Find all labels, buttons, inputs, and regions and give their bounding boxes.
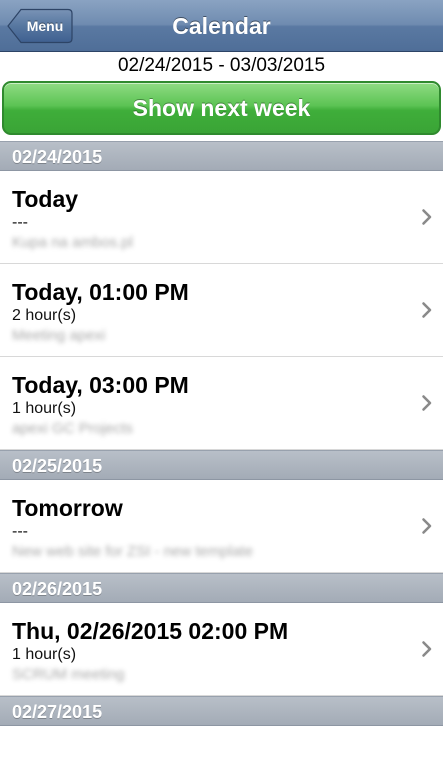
section-header-date: 02/25/2015: [0, 450, 443, 480]
event-title: Today, 03:00 PM: [12, 372, 189, 398]
menu-back-button[interactable]: Menu: [7, 8, 73, 44]
chevron-right-icon: [422, 209, 432, 225]
event-row[interactable]: Today, 01:00 PM 2 hour(s) Meeting apexi: [0, 264, 443, 357]
chevron-right-icon: [422, 395, 432, 411]
menu-back-label: Menu: [26, 18, 64, 34]
event-title: Thu, 02/26/2015 02:00 PM: [12, 618, 289, 644]
event-title: Today: [12, 186, 79, 212]
date-range-label: 02/24/2015 - 03/03/2015: [0, 52, 443, 79]
chevron-right-icon: [422, 518, 432, 534]
chevron-right-icon: [422, 302, 432, 318]
event-row[interactable]: Tomorrow --- New web site for ZSI - new te…: [0, 480, 443, 573]
navigation-bar: Menu Calendar: [0, 0, 443, 52]
event-description: Kupa na ambos.pl: [12, 234, 133, 251]
section-header-date: 02/24/2015: [0, 141, 443, 171]
chevron-right-icon: [422, 641, 432, 657]
show-next-week-button[interactable]: Show next week: [2, 81, 441, 135]
event-duration: 1 hour(s): [12, 646, 77, 663]
section-header-date: 02/27/2015: [0, 696, 443, 726]
event-row[interactable]: Thu, 02/26/2015 02:00 PM 1 hour(s) SCRUM m…: [0, 603, 443, 696]
section-header-date: 02/26/2015: [0, 573, 443, 603]
event-description: SCRUM meeting: [12, 666, 125, 683]
event-title: Today, 01:00 PM: [12, 279, 189, 305]
event-title: Tomorrow: [12, 495, 123, 521]
event-duration: ---: [12, 214, 28, 231]
event-description: Meeting apexi: [12, 327, 106, 344]
event-description: New web site for ZSI - new template: [12, 543, 253, 560]
event-row[interactable]: Today --- Kupa na ambos.pl: [0, 171, 443, 264]
event-duration: 1 hour(s): [12, 400, 77, 417]
event-duration: ---: [12, 523, 28, 540]
event-row[interactable]: Today, 03:00 PM 1 hour(s) apexi GC Project…: [0, 357, 443, 450]
event-duration: 2 hour(s): [12, 307, 77, 324]
event-list: 02/24/2015 Today --- Kupa na ambos.pl Today,…: [0, 141, 443, 726]
event-description: apexi GC Projects: [12, 420, 133, 437]
